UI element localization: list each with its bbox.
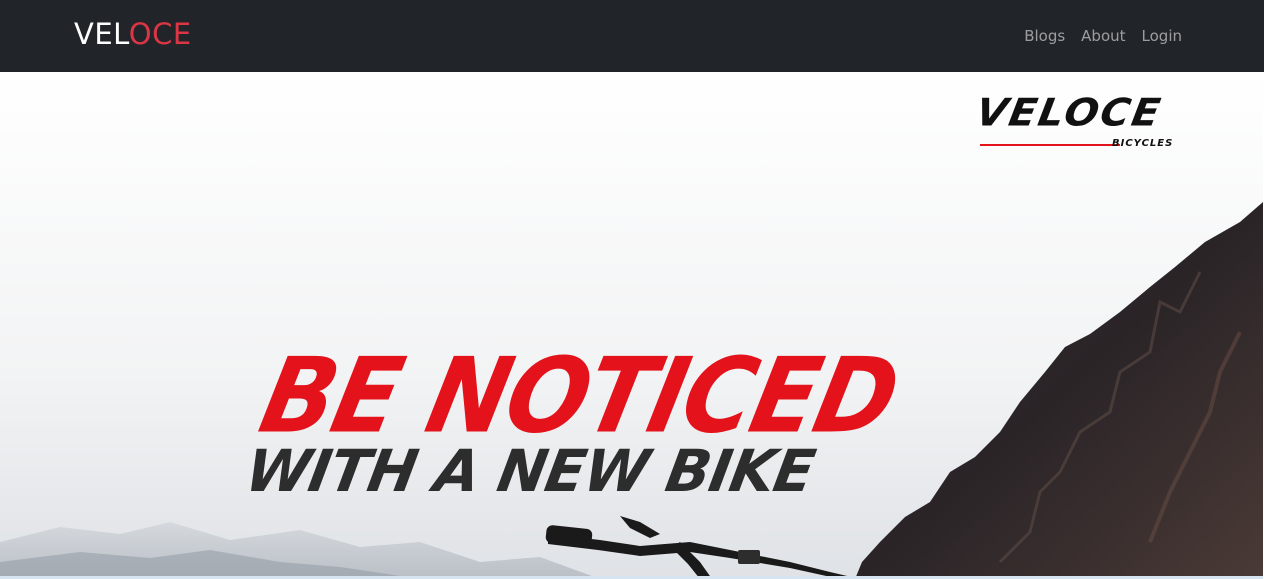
brand-text-white: VEL (74, 17, 129, 51)
brand-text-red: OCE (128, 17, 192, 51)
veloce-bicycles-logo: VELOCE BICYCLES (972, 91, 1202, 154)
logo-red-underline (980, 144, 1120, 146)
brand-logo[interactable]: VELOCE (74, 14, 192, 54)
logo-subtitle: BICYCLES (1112, 138, 1174, 149)
nav-link-about[interactable]: About (1081, 24, 1125, 48)
top-navbar: VELOCE Blogs About Login (0, 0, 1264, 72)
hero-subheadline: WITH A NEW BIKE (240, 437, 820, 505)
nav-link-login[interactable]: Login (1142, 24, 1182, 48)
logo-wordmark: VELOCE (972, 91, 1166, 135)
nav-links: Blogs About Login (1024, 24, 1182, 48)
hero-banner: VELOCE BICYCLES BE NOTICED WITH A NEW BI… (0, 72, 1263, 579)
hero-headline: BE NOTICED (250, 335, 908, 457)
nav-link-blogs[interactable]: Blogs (1024, 24, 1065, 48)
